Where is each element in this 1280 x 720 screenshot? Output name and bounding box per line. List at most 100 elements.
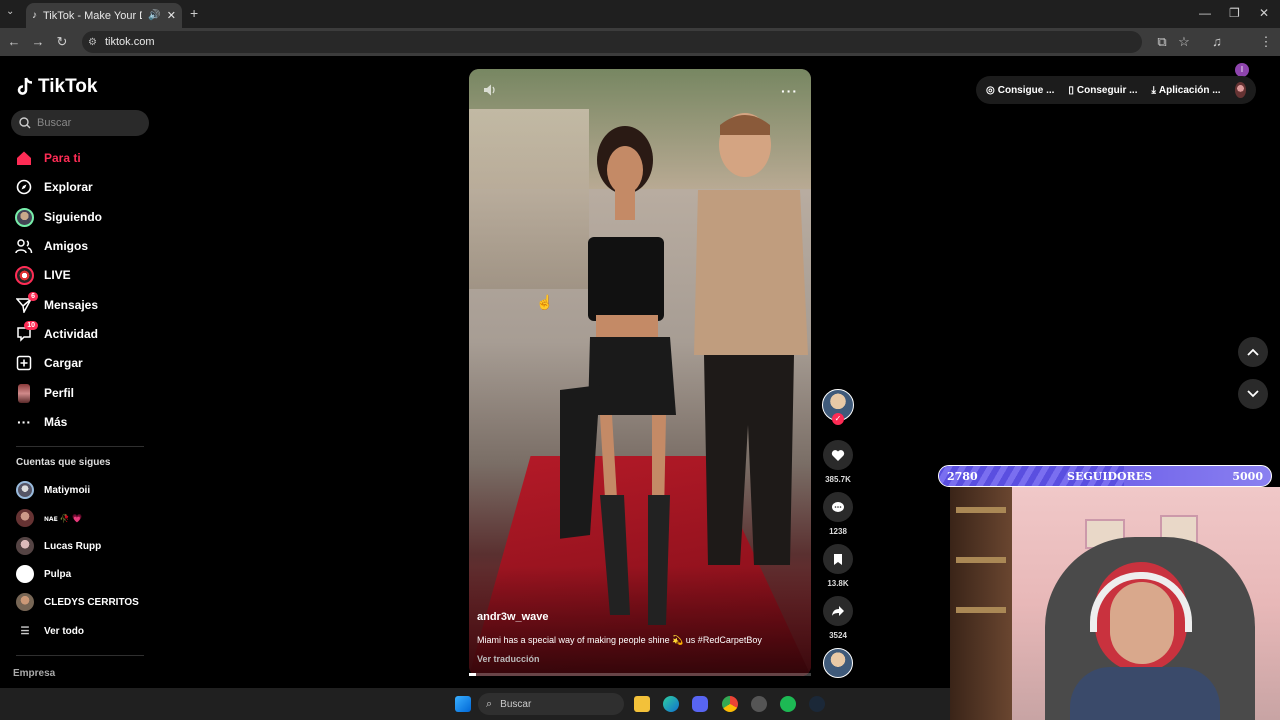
get-coins-button[interactable]: ◎ Consigue ...: [986, 85, 1054, 96]
follower-current: 2780: [947, 470, 978, 483]
media-control-icon[interactable]: ♫: [1209, 34, 1225, 50]
volume-icon[interactable]: [482, 82, 498, 98]
account-name: Pulpa: [44, 568, 72, 580]
search-input[interactable]: Buscar: [11, 110, 149, 136]
sidebar-item-amigos[interactable]: Amigos: [14, 235, 88, 257]
tab-close-icon[interactable]: ✕: [167, 9, 176, 22]
like-count: 385.7K: [825, 475, 851, 484]
minimize-button[interactable]: —: [1199, 6, 1211, 20]
sidebar-item-label: Actividad: [44, 327, 99, 341]
address-bar[interactable]: ⚙ tiktok.com: [82, 31, 1142, 53]
webcam-shelf: [956, 607, 1006, 613]
account-avatar: [16, 481, 34, 499]
file-explorer-icon[interactable]: [634, 696, 650, 712]
site-info-icon[interactable]: ⚙: [88, 37, 97, 48]
followed-account-item[interactable]: Lucas Rupp: [16, 536, 101, 556]
tab-audio-icon[interactable]: 🔊: [148, 10, 160, 21]
compass-icon: [14, 177, 34, 197]
new-tab-button[interactable]: +: [190, 5, 198, 21]
next-video-button[interactable]: [1238, 379, 1268, 409]
obs-icon[interactable]: [751, 696, 767, 712]
reload-icon[interactable]: ↻: [54, 34, 70, 50]
like-button[interactable]: 385.7K: [822, 440, 854, 484]
sidebar-item-siguiendo[interactable]: Siguiendo: [14, 206, 102, 228]
tab-menu-chevron-icon[interactable]: ⌄: [6, 6, 14, 17]
profile-avatar[interactable]: I: [1235, 63, 1249, 77]
sidebar-item-mas[interactable]: ··· Más: [14, 411, 67, 433]
save-button[interactable]: 13.8K: [822, 544, 854, 588]
follower-goal-label: SEGUIDORES: [1067, 470, 1153, 483]
search-icon: [19, 117, 31, 129]
discord-icon[interactable]: [692, 696, 708, 712]
forward-arrow-icon[interactable]: →: [30, 34, 46, 50]
friends-icon: [14, 236, 34, 256]
video-progress-bar[interactable]: [469, 673, 811, 676]
live-icon: [14, 265, 34, 285]
sidebar-item-explorar[interactable]: Explorar: [14, 176, 93, 198]
account-name: Matiymoii: [44, 484, 91, 496]
sidebar-item-para-ti[interactable]: Para ti: [14, 147, 81, 169]
activity-icon: 10: [14, 321, 38, 344]
comment-count: 1238: [829, 527, 847, 536]
install-app-icon[interactable]: ⧉: [1154, 34, 1170, 50]
download-app-button[interactable]: ⤓ Aplicación ...: [1151, 85, 1220, 96]
webcam-streamer-body: [1070, 667, 1220, 720]
share-button[interactable]: 3524: [822, 596, 854, 640]
heart-icon: [831, 449, 845, 461]
followed-account-item[interactable]: Pulpa: [16, 564, 71, 584]
followed-account-item[interactable]: CLEDYS CERRITOS: [16, 592, 139, 612]
account-avatar: [16, 565, 34, 583]
see-translation-link[interactable]: Ver traducción: [477, 654, 540, 664]
video-author[interactable]: andr3w_wave: [477, 611, 549, 623]
search-placeholder: Buscar: [37, 117, 72, 129]
home-icon: [14, 148, 34, 168]
spotify-icon[interactable]: [780, 696, 796, 712]
comment-button[interactable]: 1238: [822, 492, 854, 536]
account-avatar: [16, 593, 34, 611]
followed-account-item[interactable]: ɴᴀᴇ 🥀 💗: [16, 508, 82, 528]
windows-start-icon[interactable]: [455, 696, 471, 712]
video-subject-man: [694, 113, 808, 565]
video-more-options-icon[interactable]: ···: [781, 83, 798, 99]
sound-avatar-button[interactable]: [822, 648, 854, 678]
get-app-button[interactable]: ▯ Conseguir ...: [1068, 85, 1137, 96]
see-all-link[interactable]: ☰ Ver todo: [16, 621, 85, 641]
chrome-icon[interactable]: [722, 696, 738, 712]
windows-taskbar: ⌕ Buscar: [0, 688, 950, 720]
sidebar-item-mensajes[interactable]: 6 Mensajes: [14, 292, 98, 316]
sidebar-item-actividad[interactable]: 10 Actividad: [14, 321, 99, 345]
sidebar-item-live[interactable]: LIVE: [14, 264, 71, 286]
activity-badge: 10: [24, 321, 38, 330]
list-icon: ☰: [20, 625, 30, 637]
sidebar-item-label: Explorar: [44, 180, 93, 194]
follow-check-icon[interactable]: ✓: [832, 413, 844, 425]
creator-avatar-button[interactable]: ✓: [822, 389, 854, 425]
sidebar-item-label: LIVE: [44, 268, 71, 282]
sidebar-item-perfil[interactable]: Perfil: [14, 382, 74, 404]
followed-account-item[interactable]: Matiymoii: [16, 480, 90, 500]
user-profile-avatar[interactable]: [1234, 82, 1246, 98]
bookmark-star-icon[interactable]: ☆: [1176, 34, 1192, 50]
footer-company-link[interactable]: Empresa: [13, 668, 55, 679]
tab-title: TikTok - Make Your Day: [43, 9, 142, 22]
back-arrow-icon[interactable]: ←: [6, 34, 22, 50]
account-name: ɴᴀᴇ 🥀 💗: [44, 513, 82, 523]
account-name: Lucas Rupp: [44, 540, 102, 552]
steam-icon[interactable]: [809, 696, 825, 712]
chevron-up-icon: [1247, 348, 1259, 356]
taskbar-search-label: Buscar: [500, 698, 532, 710]
close-window-button[interactable]: ✕: [1259, 6, 1269, 20]
following-avatar-icon: [14, 207, 34, 227]
edge-browser-icon[interactable]: [663, 696, 679, 712]
video-progress-fill: [469, 673, 476, 676]
sidebar-item-cargar[interactable]: Cargar: [14, 352, 83, 374]
restore-button[interactable]: ❐: [1229, 6, 1240, 20]
browser-menu-icon[interactable]: ⋮: [1258, 34, 1274, 50]
tiktok-logo[interactable]: TikTok: [16, 76, 97, 98]
webcam-shelf: [956, 557, 1006, 563]
account-avatar: [16, 537, 34, 555]
browser-tab[interactable]: ♪ TikTok - Make Your Day 🔊 ✕: [26, 3, 182, 28]
previous-video-button[interactable]: [1238, 337, 1268, 367]
taskbar-search[interactable]: ⌕ Buscar: [478, 693, 624, 715]
get-coins-label: Consigue ...: [997, 84, 1055, 96]
